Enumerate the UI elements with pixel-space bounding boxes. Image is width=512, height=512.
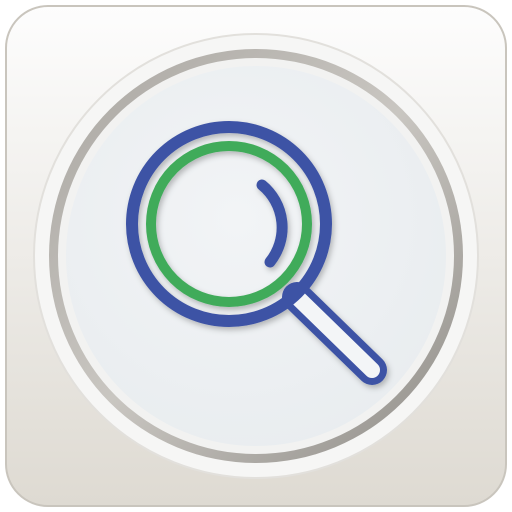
search-app-icon[interactable] — [5, 5, 507, 507]
button-face — [66, 66, 446, 446]
app-icon-stage — [0, 0, 512, 512]
